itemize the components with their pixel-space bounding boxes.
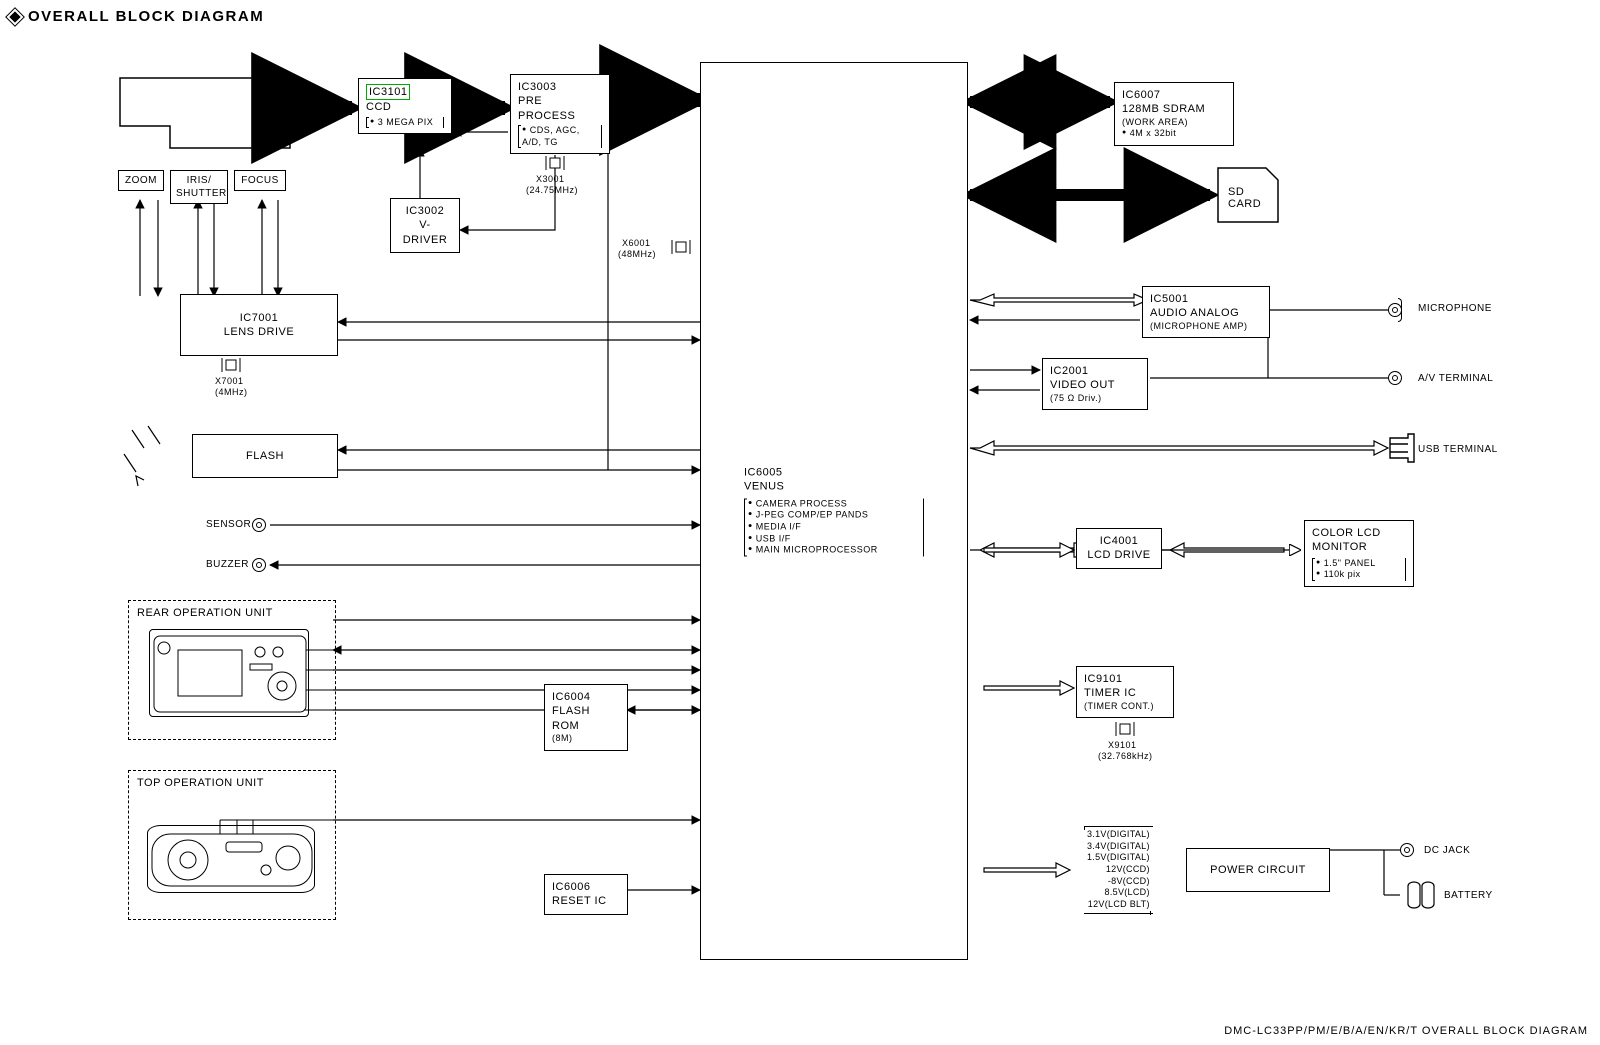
ic6005-label: VENUS	[744, 480, 924, 494]
ic7001-label: LENS DRIVE	[224, 325, 294, 339]
label-sensor: SENSOR	[206, 519, 251, 530]
rail-4: -8V(CCD)	[1087, 876, 1150, 888]
rail-1: 3.4V(DIGITAL)	[1087, 841, 1150, 853]
mic-body-icon	[1398, 298, 1402, 322]
block-ic3002-vdriver: IC3002 V-DRIVER	[390, 198, 460, 253]
x9101-freq: (32.768kHz)	[1098, 751, 1153, 761]
ic5001-id: IC5001	[1150, 292, 1262, 306]
camera-top-icon	[147, 825, 315, 893]
block-ic6006-resetic: IC6006 RESET IC	[544, 874, 628, 915]
label-battery: BATTERY	[1444, 890, 1493, 901]
block-ic4001-lcddrive: IC4001 LCD DRIVE	[1076, 528, 1162, 569]
ic3101-note: 3 MEGA PIX	[370, 117, 440, 129]
block-ic2001-videoout: IC2001 VIDEO OUT (75 Ω Driv.)	[1042, 358, 1148, 410]
ic3003-note: CDS, AGC, A/D, TG	[522, 125, 598, 148]
block-ic5001-audioanalog: IC5001 AUDIO ANALOG (MICROPHONE AMP)	[1142, 286, 1270, 338]
x6001-freq: (48MHz)	[618, 249, 656, 259]
x6001-id: X6001	[622, 238, 651, 248]
ic6004-note: (8M)	[552, 733, 620, 745]
label-usbterm: USB TERMINAL	[1418, 444, 1498, 455]
sensor-icon	[252, 518, 266, 532]
lcd-note2: 110k pix	[1316, 569, 1402, 581]
lcd-label: COLOR LCD MONITOR	[1312, 526, 1406, 555]
rear-operation-unit: REAR OPERATION UNIT	[128, 600, 336, 740]
ic5001-note: (MICROPHONE AMP)	[1150, 321, 1262, 333]
xtal-x9101-icon	[1112, 722, 1138, 736]
label-buzzer: BUZZER	[206, 559, 249, 570]
block-ic7001-lensdrive: IC7001 LENS DRIVE	[180, 294, 338, 356]
x7001-freq: (4MHz)	[215, 387, 248, 397]
ic9101-label: TIMER IC	[1084, 686, 1166, 700]
ic4001-label: LCD DRIVE	[1084, 548, 1154, 562]
ic5001-label: AUDIO ANALOG	[1150, 306, 1262, 320]
x7001-id: X7001	[215, 376, 244, 386]
ic3101-label: CCD	[366, 100, 444, 114]
block-ic9101-timeric: IC9101 TIMER IC (TIMER CONT.)	[1076, 666, 1174, 718]
block-colorlcd: COLOR LCD MONITOR 1.5" PANEL 110k pix	[1304, 520, 1414, 587]
x9101-id: X9101	[1108, 740, 1137, 750]
dcjack-icon	[1400, 843, 1414, 857]
x3001-id: X3001	[536, 174, 565, 184]
ic4001-id: IC4001	[1084, 534, 1154, 548]
rail-2: 1.5V(DIGITAL)	[1087, 852, 1150, 864]
av-icon	[1388, 371, 1402, 385]
ic3101-id: IC3101	[366, 84, 410, 100]
ic6005-note-0: CAMERA PROCESS	[748, 498, 920, 510]
ic6005-note-2: MEDIA I/F	[748, 521, 920, 533]
buzzer-icon	[252, 558, 266, 572]
label-avterm: A/V TERMINAL	[1418, 373, 1493, 384]
xtal-x6001-icon	[668, 240, 694, 254]
ic6006-label: RESET IC	[552, 894, 620, 908]
ic3003-id: IC3003	[518, 80, 602, 94]
rail-5: 8.5V(LCD)	[1087, 887, 1150, 899]
ic6007-label: 128MB SDRAM	[1122, 102, 1226, 116]
ic6004-label: FLASH ROM	[552, 704, 620, 733]
ic3003-label: PRE PROCESS	[518, 94, 602, 123]
xtal-x7001-icon	[218, 358, 244, 372]
xtal-x3001-icon	[542, 156, 568, 170]
block-ic6005-venus: IC6005 VENUS CAMERA PROCESS J-PEG COMP/E…	[700, 62, 968, 960]
ic6005-note-4: MAIN MICROPROCESSOR	[748, 545, 920, 557]
block-flash: FLASH	[192, 434, 338, 478]
block-ic3101-ccd: IC3101 CCD 3 MEGA PIX	[358, 78, 452, 134]
ic9101-note: (TIMER CONT.)	[1084, 701, 1166, 713]
ic6007-id: IC6007	[1122, 88, 1226, 102]
ic7001-id: IC7001	[240, 311, 278, 325]
rail-3: 12V(CCD)	[1087, 864, 1150, 876]
label-12bit: (12bit)	[648, 88, 677, 98]
diagram-canvas: IC3101 CCD 3 MEGA PIX IC3003 PRE PROCESS…	[0, 0, 1600, 1045]
ic6005-note-3: USB I/F	[748, 533, 920, 545]
block-zoom: ZOOM	[118, 170, 164, 191]
power-rails-list: 3.1V(DIGITAL) 3.4V(DIGITAL) 1.5V(DIGITAL…	[1084, 826, 1153, 914]
rail-6: 12V(LCD BLT)	[1087, 899, 1150, 911]
label-mic: MICROPHONE	[1418, 303, 1492, 314]
ic2001-id: IC2001	[1050, 364, 1140, 378]
ic6004-id: IC6004	[552, 690, 620, 704]
top-unit-label: TOP OPERATION UNIT	[137, 777, 264, 789]
ic6005-note-1: J-PEG COMP/EP PANDS	[748, 510, 920, 522]
ic6007-note1: (WORK AREA)	[1122, 117, 1226, 129]
block-focus: FOCUS	[234, 170, 286, 191]
rear-unit-label: REAR OPERATION UNIT	[137, 607, 273, 619]
camera-rear-icon	[149, 629, 309, 717]
ic2001-note: (75 Ω Driv.)	[1050, 393, 1140, 405]
block-ic3003-preprocess: IC3003 PRE PROCESS CDS, AGC, A/D, TG	[510, 74, 610, 154]
block-ic6004-flashrom: IC6004 FLASH ROM (8M)	[544, 684, 628, 751]
label-sdcard: SD CARD	[1228, 186, 1261, 210]
block-iris-shutter: IRIS/ SHUTTER	[170, 170, 228, 204]
ic6006-id: IC6006	[552, 880, 620, 894]
block-powercircuit: POWER CIRCUIT	[1186, 848, 1330, 892]
ic6007-note2: 4M x 32bit	[1122, 128, 1226, 140]
ic6005-id: IC6005	[744, 465, 924, 479]
top-operation-unit: TOP OPERATION UNIT	[128, 770, 336, 920]
lcd-note1: 1.5" PANEL	[1316, 558, 1402, 570]
block-ic6007-sdram: IC6007 128MB SDRAM (WORK AREA) 4M x 32bi…	[1114, 82, 1234, 146]
ic3002-label: V-DRIVER	[398, 218, 452, 247]
ic3002-id: IC3002	[398, 204, 452, 218]
ic9101-id: IC9101	[1084, 672, 1166, 686]
label-dcjack: DC JACK	[1424, 845, 1470, 856]
rail-0: 3.1V(DIGITAL)	[1087, 829, 1150, 841]
x3001-freq: (24.75MHz)	[526, 185, 578, 195]
ic2001-label: VIDEO OUT	[1050, 378, 1140, 392]
